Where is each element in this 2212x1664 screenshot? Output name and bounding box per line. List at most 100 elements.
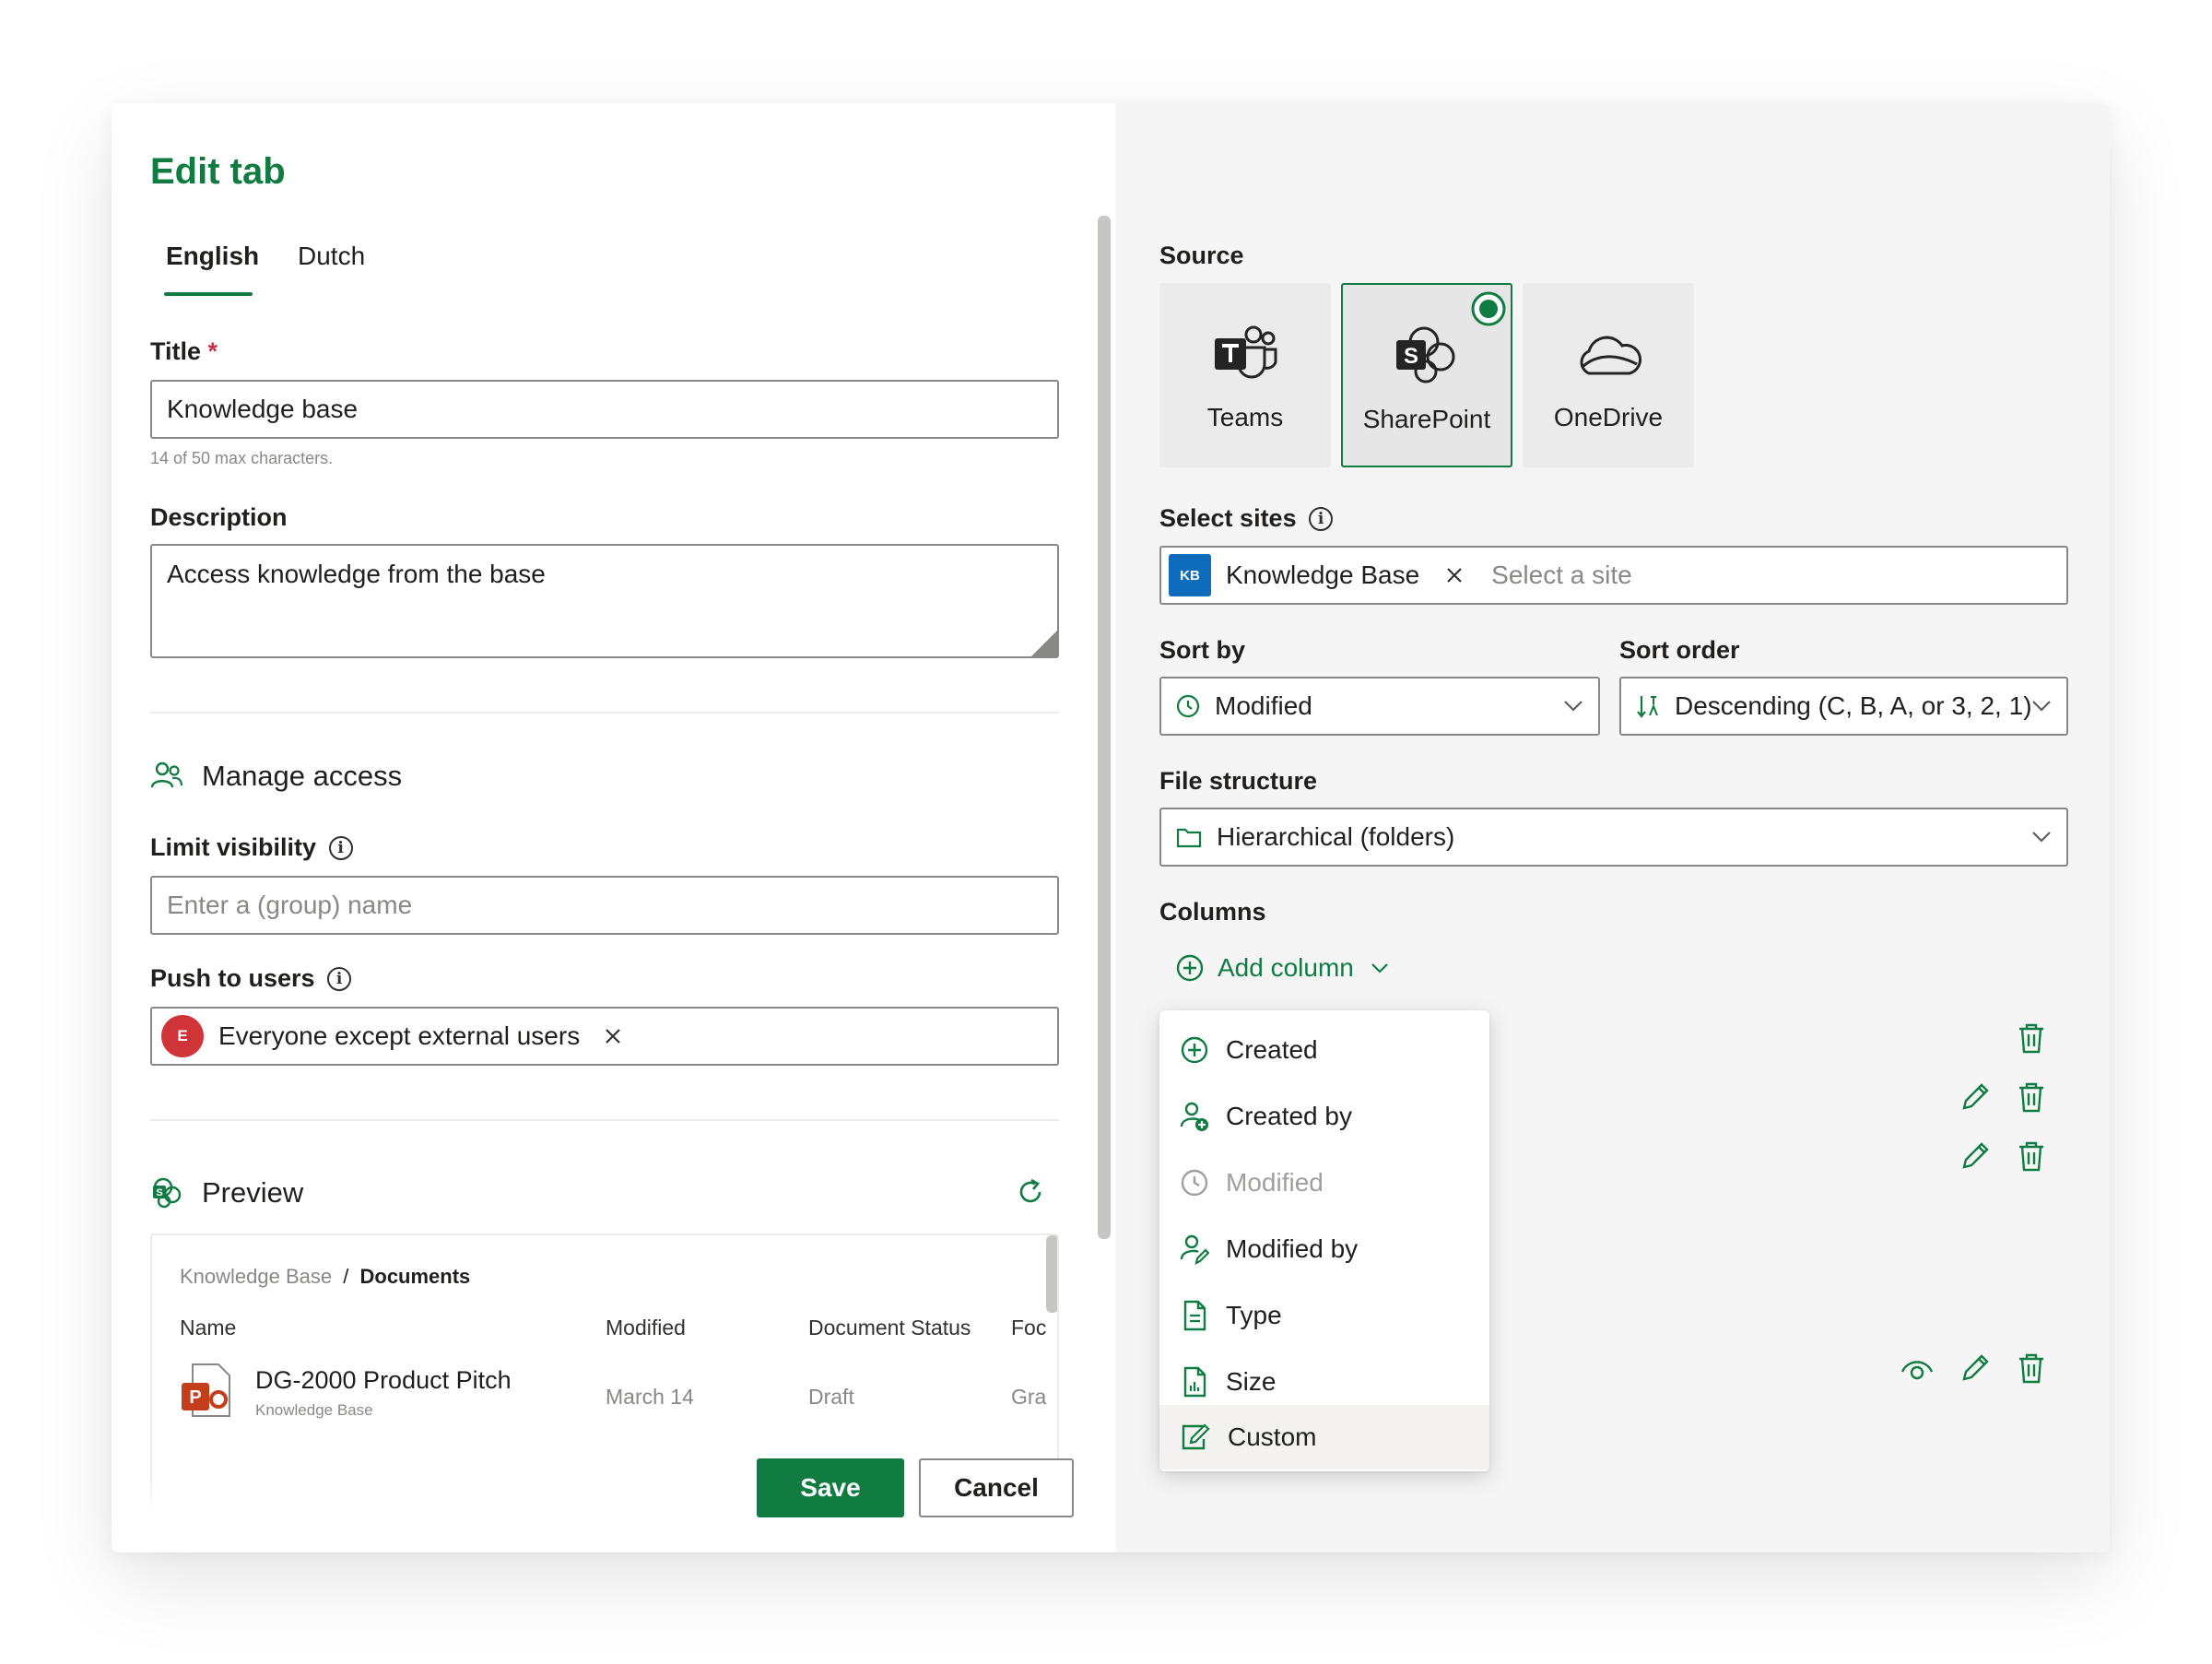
cancel-button[interactable]: Cancel	[919, 1458, 1074, 1517]
column-header-name[interactable]: Name	[180, 1316, 236, 1340]
file-structure-label: File structure	[1159, 767, 1318, 795]
section-divider	[150, 1119, 1059, 1121]
onedrive-label: OneDrive	[1553, 403, 1664, 431]
push-to-users-label: Push to users i	[150, 964, 352, 993]
note-edit-icon	[1182, 1423, 1210, 1450]
svg-text:S: S	[1404, 344, 1418, 369]
tab-english[interactable]: English	[166, 242, 259, 271]
edit-tab-dialog: Edit tab English Dutch Title * Knowledge…	[112, 103, 2110, 1552]
menu-item-modified-by[interactable]: Modified by	[1159, 1217, 1489, 1281]
site-chip-label: Knowledge Base	[1226, 561, 1420, 589]
limit-visibility-placeholder: Enter a (group) name	[167, 891, 413, 919]
sort-order-value: Descending (C, B, A, or 3, 2, 1)	[1675, 691, 2032, 720]
edit-icon[interactable]	[1959, 1139, 1992, 1173]
file-structure-dropdown[interactable]: Hierarchical (folders)	[1159, 808, 2068, 867]
tab-active-indicator	[164, 292, 253, 296]
file-name[interactable]: DG-2000 Product Pitch	[255, 1366, 512, 1395]
sort-order-label: Sort order	[1619, 636, 1740, 664]
powerpoint-file-icon: P	[182, 1363, 230, 1417]
title-input[interactable]: Knowledge base	[150, 380, 1059, 439]
delete-icon[interactable]	[2016, 1351, 2047, 1385]
dialog-scrollbar[interactable]	[1098, 216, 1111, 1239]
column-header-focus[interactable]: Foc	[1011, 1316, 1046, 1340]
description-textarea[interactable]: Access knowledge from the base	[150, 544, 1059, 658]
avatar: E	[161, 1015, 204, 1057]
user-chip-label: Everyone except external users	[218, 1021, 581, 1050]
refresh-icon[interactable]	[1015, 1176, 1046, 1208]
add-circle-icon	[1181, 1036, 1208, 1064]
resize-handle-icon[interactable]	[1031, 631, 1057, 656]
chevron-down-icon	[1371, 963, 1388, 974]
limit-visibility-input[interactable]: Enter a (group) name	[150, 876, 1059, 935]
save-button[interactable]: Save	[757, 1458, 904, 1517]
sharepoint-label: SharePoint	[1362, 405, 1491, 433]
source-option-onedrive[interactable]: OneDrive	[1523, 283, 1694, 467]
sort-by-label: Sort by	[1159, 636, 1246, 664]
columns-label: Columns	[1159, 898, 1266, 926]
source-option-sharepoint[interactable]: S SharePoint	[1341, 283, 1512, 467]
delete-icon[interactable]	[2016, 1080, 2047, 1114]
chevron-down-icon	[2032, 701, 2051, 712]
remove-icon[interactable]	[1445, 566, 1464, 584]
add-column-button[interactable]: Add column	[1175, 953, 1389, 983]
sort-descending-icon	[1637, 696, 1658, 718]
select-sites-label: Select sites i	[1159, 504, 1334, 533]
preview-scrollbar[interactable]	[1046, 1235, 1057, 1313]
menu-item-created-by[interactable]: Created by	[1159, 1084, 1489, 1149]
breadcrumb-site[interactable]: Knowledge Base	[180, 1265, 332, 1288]
person-edit-icon	[1180, 1234, 1209, 1265]
info-icon[interactable]: i	[328, 836, 353, 860]
file-location: Knowledge Base	[255, 1401, 373, 1419]
column-header-modified[interactable]: Modified	[606, 1316, 686, 1340]
breadcrumb-folder: Documents	[359, 1265, 471, 1288]
source-option-teams[interactable]: Teams	[1159, 283, 1331, 467]
clock-icon	[1176, 694, 1200, 718]
remove-icon[interactable]	[604, 1027, 622, 1045]
cloud-icon	[1580, 336, 1641, 375]
menu-item-modified: Modified	[1159, 1151, 1489, 1215]
edit-icon[interactable]	[1959, 1080, 1992, 1114]
svg-text:S: S	[156, 1187, 162, 1198]
description-label: Description	[150, 503, 288, 531]
file-extra: Gra	[1011, 1385, 1047, 1409]
radio-selected-icon	[1471, 291, 1506, 326]
description-value: Access knowledge from the base	[167, 560, 546, 588]
push-to-users-input[interactable]: E Everyone except external users	[150, 1007, 1059, 1066]
title-input-value: Knowledge base	[167, 395, 359, 423]
folder-icon	[1176, 828, 1202, 848]
delete-icon[interactable]	[2016, 1021, 2047, 1055]
sort-by-value: Modified	[1215, 691, 1312, 720]
person-add-icon	[1180, 1102, 1208, 1131]
site-avatar: KB	[1169, 554, 1211, 596]
edit-icon[interactable]	[1959, 1351, 1992, 1385]
required-marker: *	[207, 337, 218, 365]
dialog-title: Edit tab	[150, 151, 286, 192]
breadcrumb-separator: /	[343, 1265, 349, 1288]
info-icon[interactable]: i	[1309, 507, 1334, 531]
file-structure-value: Hierarchical (folders)	[1217, 822, 1455, 851]
preview-heading: Preview	[202, 1176, 304, 1209]
chevron-down-icon	[1564, 701, 1583, 712]
sort-order-dropdown[interactable]: Descending (C, B, A, or 3, 2, 1)	[1619, 677, 2068, 736]
document-icon	[1183, 1300, 1206, 1331]
menu-item-type[interactable]: Type	[1159, 1283, 1489, 1348]
limit-visibility-label: Limit visibility i	[150, 833, 353, 862]
chevron-down-icon	[2032, 832, 2051, 843]
manage-access-heading: Manage access	[202, 760, 403, 792]
column-header-document-status[interactable]: Document Status	[808, 1316, 971, 1340]
people-icon	[150, 761, 183, 788]
menu-item-created[interactable]: Created	[1159, 1018, 1489, 1082]
file-modified: March 14	[606, 1385, 694, 1409]
info-icon[interactable]: i	[327, 967, 352, 991]
teams-icon	[1215, 325, 1277, 379]
svg-text:P: P	[189, 1387, 201, 1408]
tab-dutch[interactable]: Dutch	[298, 242, 365, 271]
teams-label: Teams	[1206, 403, 1284, 431]
select-sites-input[interactable]: KB Knowledge Base Select a site	[1159, 546, 2068, 605]
menu-item-custom[interactable]: Custom	[1159, 1405, 1489, 1469]
eye-icon[interactable]	[1900, 1353, 1935, 1387]
breadcrumb: Knowledge Base / Documents	[180, 1265, 470, 1289]
sort-by-dropdown[interactable]: Modified	[1159, 677, 1600, 736]
sharepoint-icon: S	[153, 1177, 182, 1209]
delete-icon[interactable]	[2016, 1139, 2047, 1173]
